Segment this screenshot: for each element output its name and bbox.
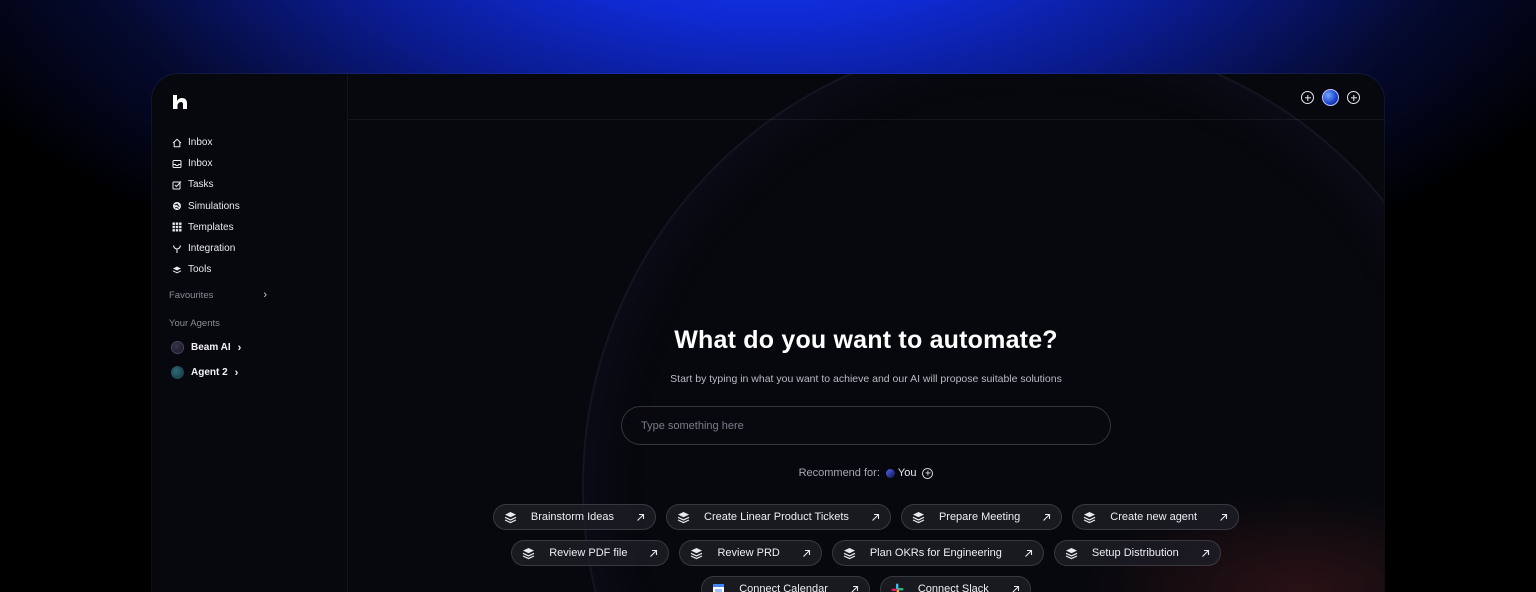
suggestion-chip-label: Setup Distribution [1091,547,1179,559]
grid-icon [172,222,182,232]
arrow-up-right-icon [850,585,859,592]
suggestion-row-2: Review PDF file Review PRD Plan OKRs for E… [348,540,1384,566]
recommend-label: Recommend for: [798,467,880,479]
suggestion-chip[interactable]: Setup Distribution [1053,540,1221,566]
tasks-icon [172,180,182,190]
add-workspace-button[interactable] [1347,91,1360,104]
slack-icon [891,583,904,592]
suggestion-chip[interactable]: Prepare Meeting [900,504,1063,530]
layers-icon [172,265,182,275]
your-agents-label: Your Agents [169,318,220,329]
suggestion-chip[interactable]: Brainstorm Ideas [492,504,657,530]
chevron-right-icon: › [234,366,239,379]
suggestion-chip-label: Brainstorm Ideas [530,511,615,523]
suggestion-chip[interactable]: Review PDF file [511,540,670,566]
agent-avatar [171,341,184,354]
prompt-input[interactable] [641,419,1110,432]
arrow-up-right-icon [636,513,645,522]
page-title: What do you want to automate? [674,326,1058,354]
chevron-right-icon: › [237,341,242,354]
main-content: What do you want to automate? Start by t… [348,74,1384,592]
sidebar-item-simulations[interactable]: Simulations [172,196,240,217]
header-actions [1301,89,1360,106]
arrow-up-right-icon [802,549,811,558]
suggestion-row-3: Connect Calendar Connect Slack [348,576,1384,592]
google-calendar-icon [712,583,725,592]
sidebar-item-inbox[interactable]: Inbox [172,153,240,174]
agent-avatar [171,366,184,379]
layers-icon [677,511,690,524]
add-button[interactable] [1301,91,1314,104]
page-subtitle: Start by typing in what you want to achi… [670,373,1062,385]
arrow-up-right-icon [1011,585,1020,592]
layers-icon [912,511,925,524]
suggestion-chip[interactable]: Review PRD [679,540,822,566]
suggestion-chip[interactable]: Connect Calendar [701,576,870,592]
sidebar-nav: Inbox Inbox Tasks Simulations Templates … [172,132,240,280]
suggestion-chip-label: Prepare Meeting [938,511,1021,523]
layers-icon [1065,547,1078,560]
suggestion-chip-label: Connect Calendar [739,583,828,592]
suggestion-chip-label: Connect Slack [917,583,989,592]
sidebar-item-label: Inbox [188,137,213,149]
suggestion-row-1: Brainstorm Ideas Create Linear Product Ti… [348,504,1384,530]
suggestion-chip-label: Plan OKRs for Engineering [869,547,1002,559]
suggestion-chip-label: Review PRD [717,547,780,559]
sidebar-item-tasks[interactable]: Tasks [172,174,240,195]
arrow-up-right-icon [871,513,880,522]
suggestion-chip-label: Review PDF file [549,547,628,559]
prompt-box[interactable] [621,406,1111,445]
layers-icon [522,547,535,560]
agent-item-agent-2[interactable]: Agent 2 › [171,366,238,379]
recommend-bar: Recommend for: You [348,467,1384,479]
add-recommend-target-icon[interactable] [922,467,934,479]
sidebar-item-label: Integration [188,243,236,255]
user-avatar[interactable] [1322,89,1339,106]
arrow-up-right-icon [649,549,658,558]
layers-icon [504,511,517,524]
sidebar-item-integration[interactable]: Integration [172,238,240,259]
globe-icon [172,201,182,211]
suggestion-chip[interactable]: Create new agent [1072,504,1240,530]
suggestion-chip-label: Create Linear Product Tickets [704,511,849,523]
arrow-up-right-icon [1042,513,1051,522]
suggestion-chip[interactable]: Create Linear Product Tickets [666,504,891,530]
sidebar-item-label: Templates [188,221,234,233]
sidebar-item-templates[interactable]: Templates [172,217,240,238]
arrow-up-right-icon [1219,513,1228,522]
sidebar-item-label: Tasks [188,179,214,191]
recommend-target[interactable]: You [885,467,917,479]
suggestion-chip[interactable]: Plan OKRs for Engineering [831,540,1044,566]
layers-icon [1083,511,1096,524]
sidebar: Inbox Inbox Tasks Simulations Templates … [152,74,348,592]
arrow-up-right-icon [1201,549,1210,558]
suggestion-chip-label: Create new agent [1110,511,1198,523]
home-icon [172,138,182,148]
favourites-label: Favourites [169,289,214,301]
sidebar-item-label: Inbox [188,158,213,170]
app-window: Inbox Inbox Tasks Simulations Templates … [152,74,1384,592]
favourites-toggle[interactable]: Favourites › [169,289,267,301]
agent-name: Beam AI [191,342,231,353]
agent-name: Agent 2 [191,367,228,378]
suggestion-chip[interactable]: Connect Slack [879,576,1031,592]
inbox-icon [172,159,182,169]
sidebar-item-tools[interactable]: Tools [172,259,240,280]
arrow-up-right-icon [1024,549,1033,558]
app-logo[interactable] [170,92,190,112]
your-agents-heading: Your Agents [169,318,220,329]
sidebar-item-inbox-home[interactable]: Inbox [172,132,240,153]
layers-icon [690,547,703,560]
agent-item-beam-ai[interactable]: Beam AI › [171,341,241,354]
user-mini-avatar [885,468,895,478]
sidebar-item-label: Tools [188,264,212,276]
recommend-target-label: You [897,467,917,479]
integration-icon [172,244,182,254]
layers-icon [843,547,856,560]
chevron-right-icon: › [263,289,268,301]
sidebar-item-label: Simulations [188,200,240,212]
